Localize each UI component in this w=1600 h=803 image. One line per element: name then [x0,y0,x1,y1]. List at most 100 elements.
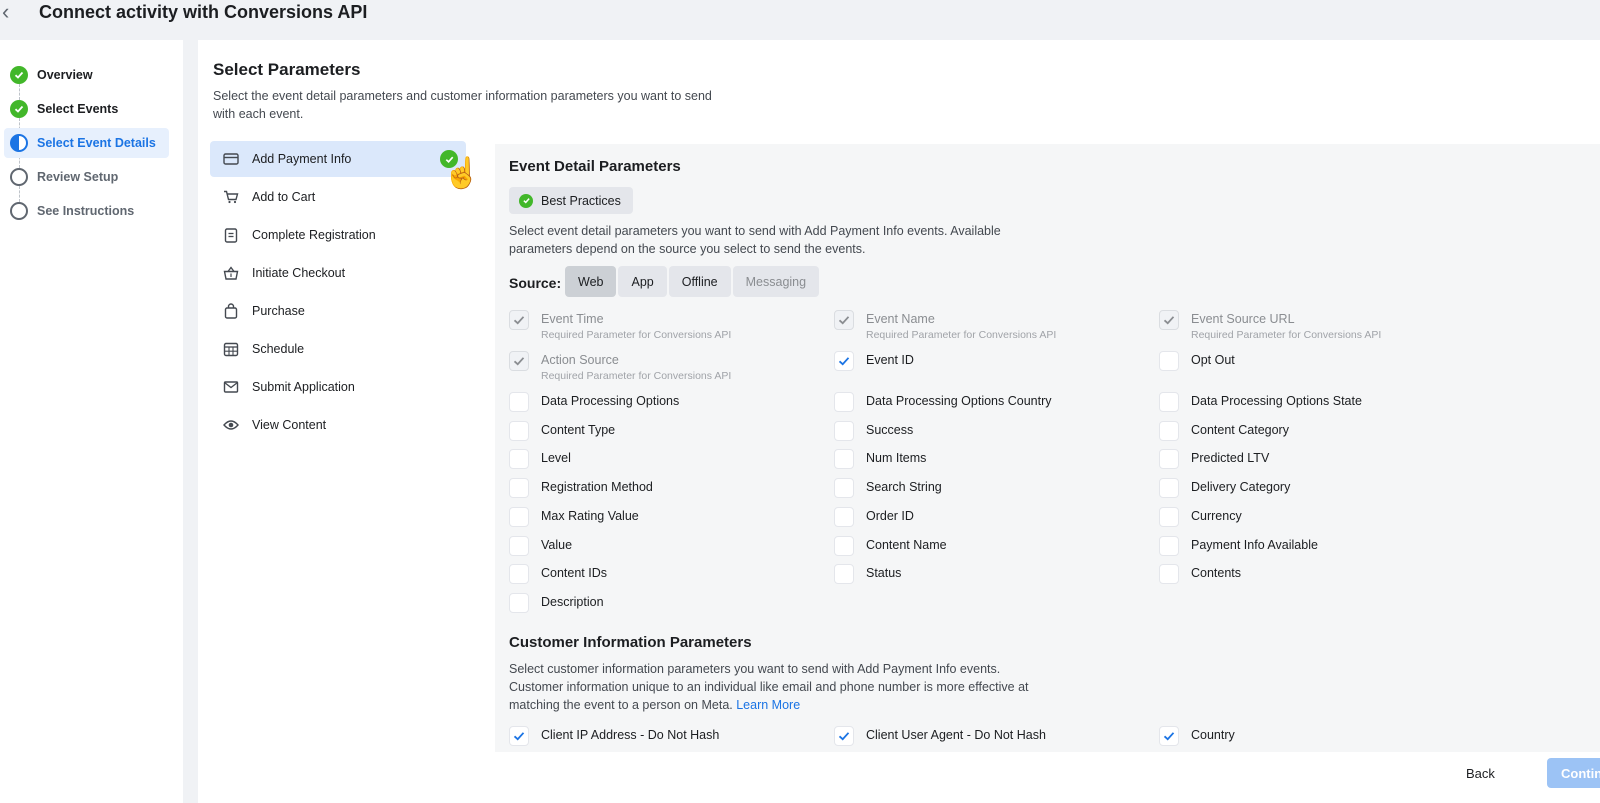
back-button[interactable]: Back [1452,758,1509,788]
checkbox-empty-icon[interactable] [834,449,854,470]
checkbox-empty-icon[interactable] [834,392,854,412]
checkbox-empty-icon[interactable] [1159,535,1179,556]
param-label: Description [541,594,604,609]
checkbox-empty-icon[interactable] [1159,506,1179,527]
step-review-setup[interactable]: Review Setup [4,162,169,192]
param-success[interactable]: Success [834,420,1134,445]
checkbox-empty-icon[interactable] [834,535,854,556]
main-card: Select Parameters Select the event detai… [198,40,1600,803]
checkbox-empty-icon[interactable] [509,506,529,527]
param-delivery-category[interactable]: Delivery Category [1159,478,1459,502]
param-value[interactable]: Value [509,535,809,560]
param-label: Opt Out [1191,353,1235,367]
param-label: Order ID [866,508,914,523]
param-currency[interactable]: Currency [1159,506,1459,531]
event-item-view-content[interactable]: View Content [210,407,466,443]
checkbox-empty-icon[interactable] [509,592,529,613]
customer-param-country[interactable]: Country [1159,726,1459,750]
setup-stepper: Overview Select Events Select Event Deta… [0,40,183,803]
param-label: Search String [866,480,942,495]
param-opt-out[interactable]: Opt Out [1159,351,1459,375]
param-label: Contents [1191,566,1242,581]
param-level[interactable]: Level [509,449,809,473]
checkbox-empty-icon[interactable] [834,564,854,585]
checkbox-empty-icon[interactable] [1159,392,1179,412]
step-label: Select Event Details [37,136,156,150]
param-max-rating-value[interactable]: Max Rating Value [509,506,809,531]
step-label: See Instructions [37,204,135,218]
param-data-processing-options-state[interactable]: Data Processing Options State [1159,392,1459,416]
checkbox-empty-icon[interactable] [509,392,529,412]
event-item-schedule[interactable]: Schedule [210,331,466,367]
back-chevron-icon[interactable]: ‹ [2,0,9,24]
step-label: Select Events [37,102,119,116]
step-select-event-details[interactable]: Select Event Details [4,128,169,158]
event-item-add-payment-info[interactable]: Add Payment Info ☝ [210,141,480,189]
param-contents[interactable]: Contents [1159,564,1459,588]
checkbox-empty-icon[interactable] [1159,478,1179,499]
checkbox-empty-icon[interactable] [509,449,529,470]
continue-button[interactable]: Continue [1547,758,1600,788]
event-label: Submit Application [252,380,355,394]
param-content-ids[interactable]: Content IDs [509,564,809,588]
event-item-initiate-checkout[interactable]: Initiate Checkout [210,255,466,291]
event-item-add-to-cart[interactable]: Add to Cart [210,179,466,215]
param-status[interactable]: Status [834,564,1134,588]
credit-card-icon [222,150,240,168]
event-detail-title: Event Detail Parameters [509,158,681,175]
checkbox-empty-icon[interactable] [1159,449,1179,470]
param-event-time: Event Time Required Parameter for Convers… [509,310,809,341]
checkbox-empty-icon[interactable] [509,478,529,499]
param-registration-method[interactable]: Registration Method [509,478,809,502]
param-content-name[interactable]: Content Name [834,535,1134,560]
check-circle-icon [10,66,28,84]
param-predicted-ltv[interactable]: Predicted LTV [1159,449,1459,473]
event-item-purchase[interactable]: Purchase [210,293,466,329]
param-data-processing-options[interactable]: Data Processing Options [509,392,809,416]
param-payment-info-available[interactable]: Payment Info Available [1159,535,1459,560]
param-data-processing-options-country[interactable]: Data Processing Options Country [834,392,1134,416]
param-num-items[interactable]: Num Items [834,449,1134,473]
required-note: Required Parameter for Conversions API [1191,329,1382,341]
source-label: Source: [509,275,562,291]
param-search-string[interactable]: Search String [834,478,1134,502]
event-item-complete-registration[interactable]: Complete Registration [210,217,466,253]
checkbox-empty-icon[interactable] [834,420,854,441]
checkbox-checked-icon[interactable] [834,351,854,371]
source-tab-web[interactable]: Web [565,266,617,297]
param-label: Event Time [541,312,604,326]
step-see-instructions[interactable]: See Instructions [4,196,169,226]
footer-bar: Back Continue [198,752,1600,803]
source-tab-app[interactable]: App [618,266,667,297]
customer-param-client-user-agent-do-not-hash[interactable]: Client User Agent - Do Not Hash [834,726,1134,750]
checkbox-empty-icon[interactable] [1159,420,1179,441]
checkbox-checked-icon[interactable] [1159,726,1179,746]
check-circle-icon [10,100,28,118]
checkbox-checked-icon [509,310,529,330]
checkbox-empty-icon[interactable] [834,478,854,499]
checkbox-empty-icon[interactable] [509,535,529,556]
checkbox-empty-icon[interactable] [509,420,529,441]
step-select-events[interactable]: Select Events [4,94,169,124]
param-content-type[interactable]: Content Type [509,420,809,445]
param-label: Event Name [866,312,935,326]
step-overview[interactable]: Overview [4,60,169,90]
event-item-submit-application[interactable]: Submit Application [210,369,466,405]
param-label: Payment Info Available [1191,537,1318,552]
customer-param-client-ip-address-do-not-hash[interactable]: Client IP Address - Do Not Hash [509,726,809,750]
learn-more-link[interactable]: Learn More [736,698,800,712]
checkbox-empty-icon[interactable] [834,506,854,527]
best-practices-badge[interactable]: Best Practices [509,187,633,214]
source-tab-messaging: Messaging [732,266,820,297]
param-content-category[interactable]: Content Category [1159,420,1459,445]
param-order-id[interactable]: Order ID [834,506,1134,531]
param-event-id[interactable]: Event ID [834,351,1134,375]
param-description[interactable]: Description [509,592,809,617]
source-tab-offline[interactable]: Offline [668,266,731,297]
checkbox-empty-icon[interactable] [1159,351,1179,371]
checkbox-checked-icon[interactable] [834,726,854,746]
section-title: Select Parameters [213,60,361,79]
checkbox-checked-icon[interactable] [509,726,529,746]
checkbox-empty-icon[interactable] [1159,564,1179,585]
checkbox-empty-icon[interactable] [509,564,529,585]
